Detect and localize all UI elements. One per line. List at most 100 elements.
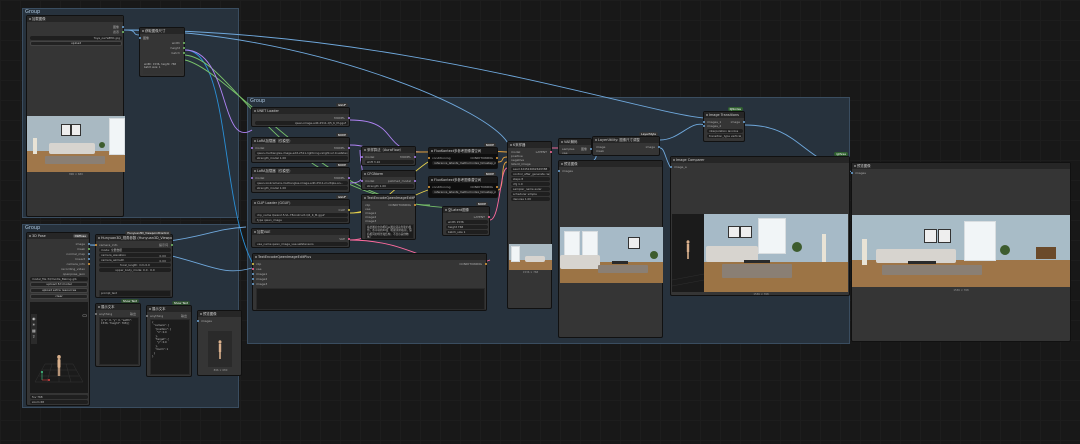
- output-socket[interactable]: [170, 244, 173, 247]
- input-socket[interactable]: [703, 121, 706, 124]
- upper-body-field[interactable]: upper_body_mode: 0.0 · 0.0: [99, 268, 171, 272]
- input-socket[interactable]: [95, 313, 98, 316]
- lora-name-field[interactable]: qwen-lookcamera-multiangles-image-edit-2…: [255, 181, 348, 185]
- image-select[interactable]: Tuye_oe7e8f01.jpg: [30, 36, 122, 40]
- output-socket[interactable]: [347, 209, 350, 212]
- output-socket[interactable]: [413, 156, 416, 159]
- image-comparer-node[interactable]: Image Comparer rgthree image_a 1536 × 76…: [670, 152, 850, 296]
- load-image-node[interactable]: 加载图像 图像 遮罩 Tuye_oe7e8f01.jpg upload 896 …: [26, 15, 125, 217]
- unet-name-field[interactable]: qwen-image-edit-2511-Q5_K_M.gguf: [255, 121, 348, 125]
- input-socket[interactable]: [670, 166, 673, 169]
- mode-field[interactable]: mode: 全量数据: [99, 248, 171, 252]
- image-transitions-node[interactable]: Image Transitions KJNodes images_1 image…: [703, 107, 745, 142]
- fov-field[interactable]: fov 768: [30, 395, 88, 399]
- scheduler-field[interactable]: scheduler simple: [511, 192, 550, 196]
- camera-viewpoint-node[interactable]: Hunyuan3D_视角参数 (Hunyuan3D_ViewpointPoint…: [95, 231, 173, 298]
- control-field[interactable]: control_after_generate randomize: [511, 172, 550, 176]
- height-field[interactable]: height 768: [446, 225, 488, 229]
- show-text-node[interactable]: 展示文本 Show Text anything 输出 { "camera": {…: [146, 301, 192, 377]
- strength-field[interactable]: strength 1.00: [365, 184, 414, 188]
- output-socket[interactable]: [413, 204, 416, 207]
- input-socket[interactable]: [139, 37, 142, 40]
- cfg-field[interactable]: cfg 1.0: [511, 182, 550, 186]
- input-socket[interactable]: [252, 278, 255, 281]
- lora-name-field[interactable]: qwen-multiangles-image-edit-2511-lightni…: [255, 151, 348, 155]
- node-title[interactable]: UNET Loader: [252, 108, 349, 114]
- input-socket[interactable]: [361, 156, 364, 159]
- node-title[interactable]: 预览图像: [559, 161, 662, 167]
- upload-extra-resources-button[interactable]: upload extra resources: [30, 288, 88, 293]
- input-socket[interactable]: [252, 268, 255, 271]
- input-socket[interactable]: [428, 157, 431, 160]
- strength-field[interactable]: strength_model 1.00: [255, 156, 348, 160]
- show-text-node[interactable]: 展示文本 Show Text anything 输出 [{"x": 0, "y"…: [95, 299, 141, 367]
- output-socket[interactable]: [87, 263, 90, 266]
- input-socket[interactable]: [558, 170, 561, 173]
- prompt-text-area[interactable]: prompt_text: [99, 290, 171, 297]
- node-title[interactable]: 加载VAE: [252, 229, 349, 235]
- transition-type-field[interactable]: transition_type vertical_slide: [707, 134, 743, 138]
- shift-field[interactable]: shift 3.10: [365, 160, 414, 164]
- image-size-node[interactable]: 获取图像尺寸 图像 width height batch width: 1536…: [139, 27, 185, 77]
- compare-image-b[interactable]: [672, 214, 848, 292]
- ksampler-node[interactable]: K采样器 model positive negative latent_imag…: [507, 141, 552, 309]
- node-title[interactable]: Hunyuan3D_视角参数 (Hunyuan3D_ViewpointPoint…: [96, 235, 172, 241]
- lora-loader-node[interactable]: LoRA加载器（仅模型） NODE model MODEL qwen-lookc…: [251, 163, 350, 193]
- output-socket[interactable]: [87, 243, 90, 246]
- width-field[interactable]: width 1536: [446, 220, 488, 224]
- output-socket[interactable]: [347, 238, 350, 241]
- output-socket[interactable]: [182, 52, 185, 55]
- node-title[interactable]: CFGNorm: [362, 171, 415, 177]
- node-title[interactable]: LayerUtility: 图像尺寸调整: [593, 137, 659, 143]
- output-socket[interactable]: [182, 47, 185, 50]
- clip-type-field[interactable]: type qwen_image: [255, 218, 348, 222]
- clip-name-field[interactable]: clip_name Qwen2.5-VL-7B-Instruct-Q4_K_M.…: [255, 213, 348, 217]
- input-socket[interactable]: [251, 147, 254, 150]
- prompt-text-area[interactable]: 将此图片中的相机从图片转动到新的视角，水平转向40度（相机朝向右前，保持相同的场…: [365, 224, 414, 239]
- node-title[interactable]: CLIP Loader (GGUF): [252, 200, 349, 206]
- sampler-field[interactable]: sampler_name euler: [511, 187, 550, 191]
- node-title[interactable]: Image Comparer: [671, 157, 849, 163]
- output-socket[interactable]: [121, 31, 124, 34]
- pose-3d-node[interactable]: 3D Pose DWPose image mask normal_map lin…: [26, 232, 90, 406]
- vae-name-field[interactable]: vae_name qwen_image_vae.safetensors: [255, 242, 348, 246]
- input-socket[interactable]: [197, 320, 200, 323]
- node-title[interactable]: VAE解码: [559, 139, 591, 145]
- node-title[interactable]: 加载图像: [27, 16, 123, 22]
- node-title[interactable]: LoRA加载器（仅模型）: [252, 138, 349, 144]
- show-text-area[interactable]: [{"x": 0, "y": 0, "width": 1536, "height…: [99, 317, 139, 365]
- node-title[interactable]: LoRA加载器（仅模型）: [252, 168, 349, 174]
- input-socket[interactable]: [703, 125, 706, 128]
- batch-size-field[interactable]: batch_size 1: [446, 230, 488, 234]
- output-socket[interactable]: [87, 258, 90, 261]
- input-socket[interactable]: [428, 186, 431, 189]
- zoom-field[interactable]: zoom 68: [30, 400, 88, 404]
- node-title[interactable]: K采样器: [508, 142, 551, 148]
- output-socket[interactable]: [347, 117, 350, 120]
- output-socket[interactable]: [484, 263, 487, 266]
- preview-image-node[interactable]: 预览图像 images 896 × 680: [197, 310, 242, 376]
- node-title[interactable]: 空Latent图像: [443, 207, 489, 213]
- node-title[interactable]: TextEncodeQwenImageEditPlus: [253, 254, 486, 260]
- text-encode-node[interactable]: TextEncodeQwenImageEditPlus CONDITIONING…: [252, 253, 487, 311]
- node-title[interactable]: 预览图像: [852, 163, 1070, 169]
- output-socket[interactable]: [121, 26, 124, 29]
- clip-loader-node[interactable]: CLIP Loader (GGUF) GGUF CLIP clip_name Q…: [251, 195, 350, 224]
- lora-loader-node[interactable]: LoRA加载器（仅模型） NODE model MODEL qwen-multi…: [251, 133, 350, 163]
- focal-field[interactable]: focal_length: mm 0.0: [99, 263, 171, 267]
- vae-loader-node[interactable]: 加载VAE VAE vae_name qwen_image_vae.safete…: [251, 228, 350, 248]
- output-socket[interactable]: [87, 248, 90, 251]
- steps-field[interactable]: steps 8: [511, 177, 550, 181]
- node-title[interactable]: FluxKontext多参考图像潜空间: [429, 148, 497, 154]
- output-socket[interactable]: [742, 121, 745, 124]
- output-socket[interactable]: [413, 180, 416, 183]
- text-encode-node[interactable]: TextEncodeQwenImageEditPlus clip vae ima…: [361, 194, 416, 240]
- denoise-field[interactable]: denoise 1.00: [511, 197, 550, 201]
- preview-image-node[interactable]: 预览图像 images 1536 × 768: [851, 162, 1071, 342]
- node-title[interactable]: 预览图像: [198, 311, 241, 317]
- output-socket[interactable]: [487, 216, 490, 219]
- input-socket[interactable]: [252, 263, 255, 266]
- node-title[interactable]: 展示文本: [96, 304, 140, 310]
- input-socket[interactable]: [252, 283, 255, 286]
- node-title[interactable]: TextEncodeQwenImageEditPlus: [362, 195, 415, 201]
